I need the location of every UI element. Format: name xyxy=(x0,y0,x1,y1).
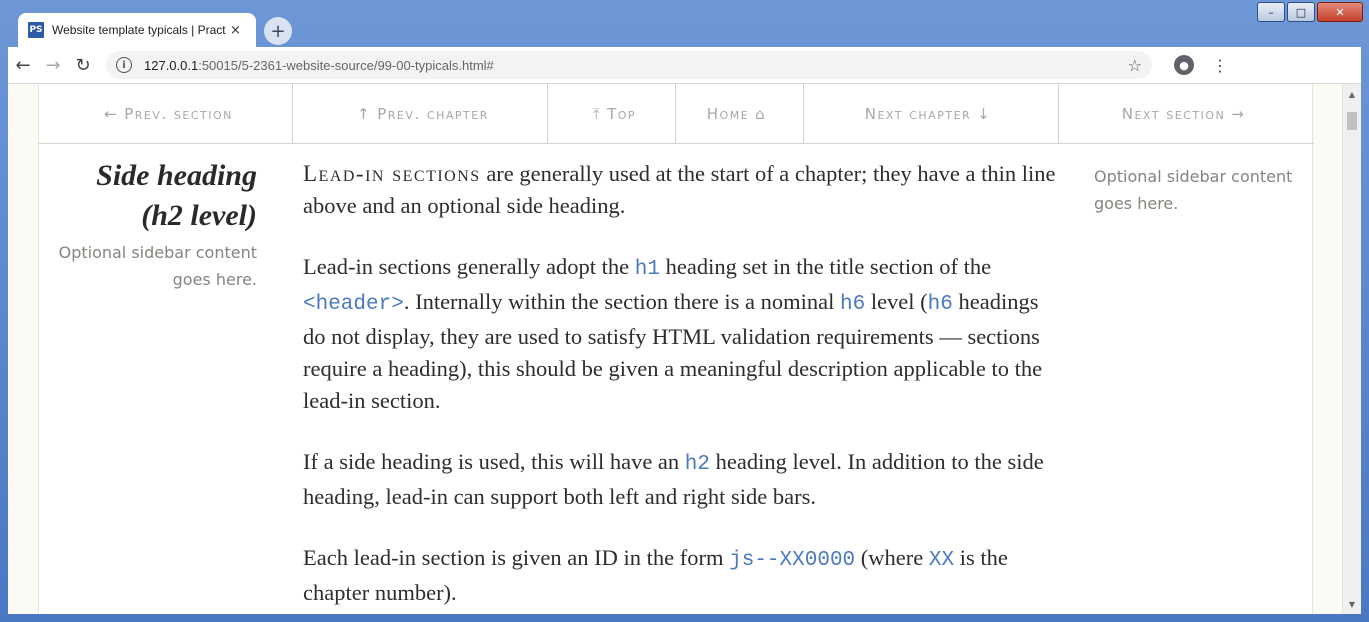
nav-top[interactable]: ⤒ Top xyxy=(548,84,676,143)
back-button[interactable]: ← xyxy=(8,50,38,80)
inline-code: h6 xyxy=(927,293,953,316)
arrow-up-icon: ↑ xyxy=(357,104,372,123)
paragraph: Each lead-in section is given an ID in t… xyxy=(303,542,1063,609)
lead-in-text: Lead-in sections xyxy=(303,161,481,186)
nav-label: Next chapter xyxy=(864,104,972,123)
minimize-button[interactable]: – xyxy=(1257,2,1285,22)
inline-code: js--XX0000 xyxy=(729,549,856,572)
nav-next-chapter[interactable]: Next chapter ↓ xyxy=(804,84,1059,143)
inline-code: XX xyxy=(928,549,955,572)
close-window-button[interactable]: ✕ xyxy=(1317,2,1363,22)
side-heading-line: (h2 level) xyxy=(141,199,257,232)
sidebar-right-line: Optional sidebar content xyxy=(1094,167,1293,186)
paragraph: Lead-in sections generally adopt the h1 … xyxy=(303,251,1063,417)
arrow-to-top-icon: ⤒ xyxy=(592,104,602,123)
page-viewport: ← Prev. section ↑ Prev. chapter ⤒ Top Home ⌂… xyxy=(8,84,1342,614)
page-content: ← Prev. section ↑ Prev. chapter ⤒ Top Home ⌂… xyxy=(38,84,1314,614)
address-bar[interactable]: i 127.0.0.1:50015/5-2361-website-source/… xyxy=(106,51,1152,79)
new-tab-button[interactable]: + xyxy=(264,17,292,45)
nav-label: Next section xyxy=(1121,104,1226,123)
arrow-left-icon: ← xyxy=(104,104,119,123)
tab-close-icon[interactable]: × xyxy=(230,23,241,38)
section-nav-bar: ← Prev. section ↑ Prev. chapter ⤒ Top Home ⌂… xyxy=(39,84,1314,144)
nav-label: Prev. section xyxy=(124,104,233,123)
scroll-up-icon[interactable]: ▲ xyxy=(1343,86,1361,102)
tab-title: Website template typicals | Practi xyxy=(52,23,226,37)
reload-button[interactable]: ↻ xyxy=(68,50,98,80)
arrow-right-icon: → xyxy=(1231,104,1246,123)
sidebar-left-line: goes here. xyxy=(172,270,257,289)
scroll-down-icon[interactable]: ▼ xyxy=(1343,596,1361,612)
nav-next-section[interactable]: Next section → xyxy=(1059,84,1314,143)
paragraph-text: . Internally within the section there is… xyxy=(403,289,840,314)
star-icon[interactable]: ☆ xyxy=(1128,56,1142,75)
menu-icon[interactable]: ⋮ xyxy=(1212,56,1228,75)
paragraph-text: Each lead-in section is given an ID in t… xyxy=(303,545,730,570)
nav-label: Home xyxy=(706,104,750,123)
paragraph-text: (where xyxy=(855,545,929,570)
url-path: :50015/5-2361-website-source/99-00-typic… xyxy=(198,57,494,73)
scrollbar-thumb[interactable] xyxy=(1347,112,1357,130)
side-heading: Side heading (h2 level) xyxy=(17,156,257,236)
arrow-down-icon: ↓ xyxy=(977,104,992,123)
url-host: 127.0.0.1 xyxy=(144,57,199,73)
sidebar-left-line: Optional sidebar content xyxy=(58,243,257,262)
browser-tab[interactable]: PS Website template typicals | Practi × xyxy=(18,13,256,47)
nav-label: Prev. chapter xyxy=(377,104,489,123)
paragraph: If a side heading is used, this will hav… xyxy=(303,446,1063,513)
home-icon: ⌂ xyxy=(755,104,767,123)
info-icon[interactable]: i xyxy=(116,57,132,73)
maximize-button[interactable]: □ xyxy=(1287,2,1315,22)
sidebar-right: Optional sidebar content goes here. xyxy=(1094,163,1304,217)
browser-toolbar: ← → ↻ i 127.0.0.1:50015/5-2361-website-s… xyxy=(8,47,1361,84)
paragraph-text: heading set in the title section of the xyxy=(659,254,992,279)
forward-button[interactable]: → xyxy=(38,50,68,80)
url-text[interactable]: 127.0.0.1:50015/5-2361-website-source/99… xyxy=(144,58,494,73)
paragraph-text: level ( xyxy=(865,289,928,314)
sidebar-right-line: goes here. xyxy=(1094,194,1179,213)
vertical-scrollbar[interactable]: ▲ ▼ xyxy=(1342,84,1361,614)
nav-label: Top xyxy=(607,104,637,123)
lead-in-section: Lead-in sections are generally used at t… xyxy=(303,158,1063,614)
paragraph-text: Lead-in sections generally adopt the xyxy=(303,254,635,279)
inline-code: <header> xyxy=(303,293,404,316)
side-heading-line: Side heading xyxy=(96,159,257,192)
favicon-icon: PS xyxy=(28,22,44,38)
nav-prev-chapter[interactable]: ↑ Prev. chapter xyxy=(293,84,548,143)
account-icon[interactable]: ● xyxy=(1174,55,1194,75)
inline-code: h2 xyxy=(684,453,711,476)
nav-prev-section[interactable]: ← Prev. section xyxy=(39,84,293,143)
sidebar-left: Optional sidebar content goes here. xyxy=(17,239,257,293)
inline-code: h6 xyxy=(839,293,866,316)
paragraph-text: If a side heading is used, this will hav… xyxy=(303,449,685,474)
inline-code: h1 xyxy=(634,258,660,281)
paragraph: Lead-in sections are generally used at t… xyxy=(303,158,1063,222)
nav-home[interactable]: Home ⌂ xyxy=(676,84,804,143)
window-controls: – □ ✕ xyxy=(1257,2,1363,22)
